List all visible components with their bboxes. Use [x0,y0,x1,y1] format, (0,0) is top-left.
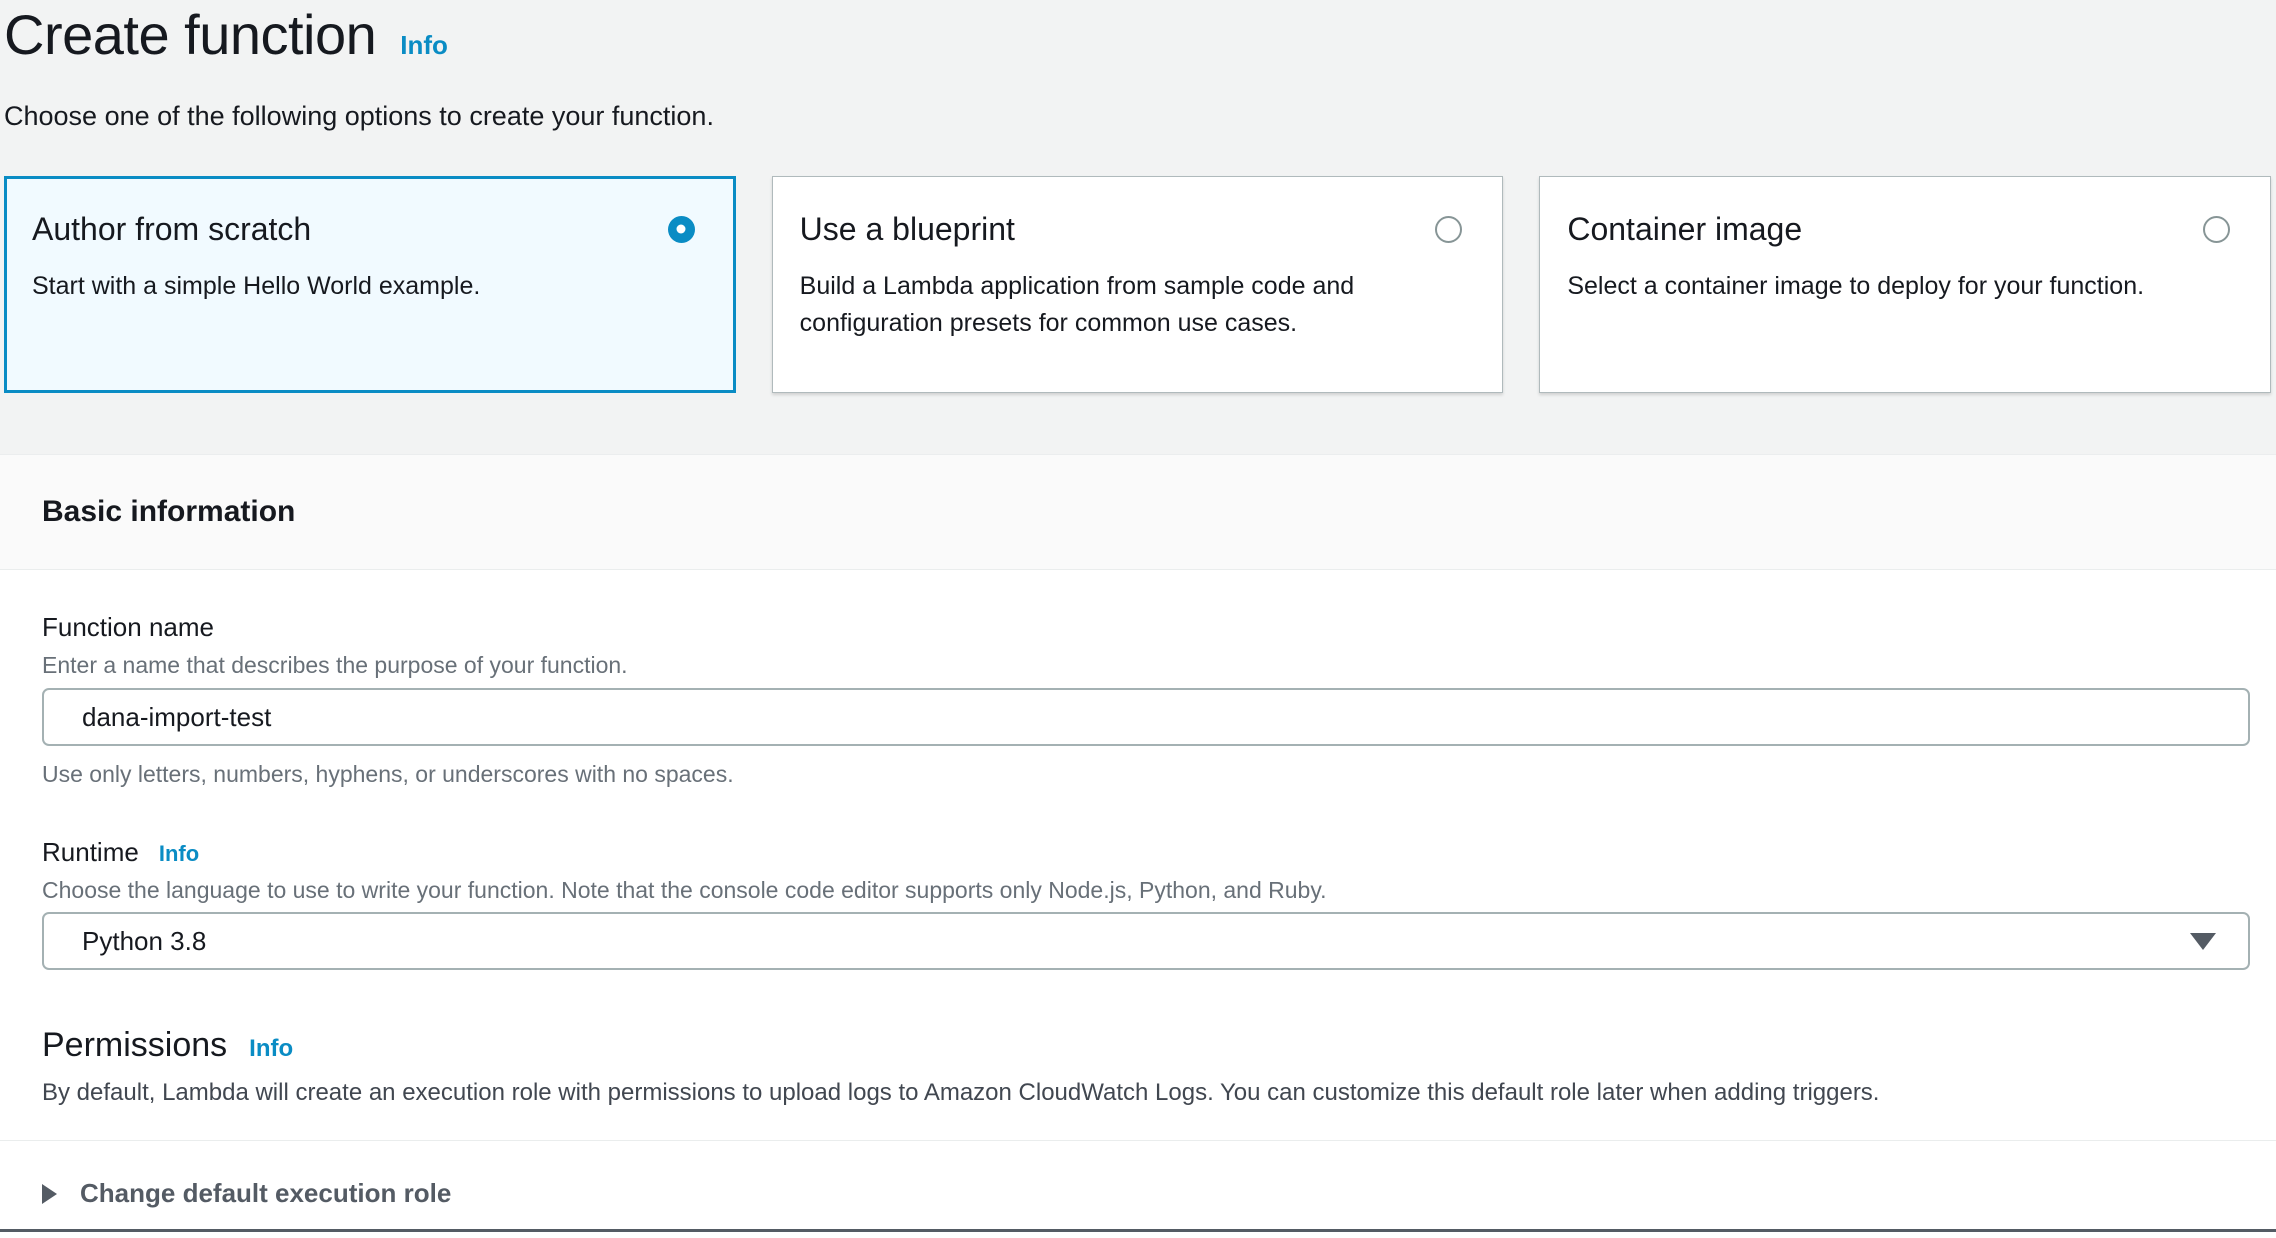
radio-unselected-icon[interactable] [2203,216,2230,243]
runtime-field: Runtime Info Choose the language to use … [42,837,2250,970]
permissions-description: By default, Lambda will create an execut… [42,1079,2250,1107]
function-name-description: Enter a name that describes the purpose … [42,652,2250,679]
runtime-select[interactable]: Python 3.8 [42,912,2250,970]
function-name-label: Function name [42,612,214,643]
runtime-label: Runtime [42,837,139,868]
function-name-field: Function name Enter a name that describe… [42,612,2250,788]
runtime-info-link[interactable]: Info [159,841,199,867]
permissions-heading: Permissions [42,1026,227,1065]
runtime-description: Choose the language to use to write your… [42,877,2250,904]
page-title-info-link[interactable]: Info [400,30,448,61]
tile-author-from-scratch[interactable]: Author from scratch Start with a simple … [4,176,736,393]
tile-title: Container image [1567,211,1802,248]
caret-down-icon [2190,933,2216,950]
tile-head: Use a blueprint [800,211,1463,248]
runtime-label-row: Runtime Info [42,837,2250,868]
radio-selected-icon[interactable] [668,216,695,243]
radio-unselected-icon[interactable] [1435,216,1462,243]
tile-description: Build a Lambda application from sample c… [800,268,1420,343]
tile-use-a-blueprint[interactable]: Use a blueprint Build a Lambda applicati… [772,176,1504,393]
footer-divider [0,1229,2276,1232]
basic-information-heading: Basic information [42,495,295,529]
page-header-area: Create function Info Choose one of the f… [0,0,2276,454]
permissions-info-link[interactable]: Info [249,1035,293,1063]
runtime-select-value: Python 3.8 [82,926,206,957]
tile-container-image[interactable]: Container image Select a container image… [1539,176,2271,393]
caret-right-icon [42,1184,57,1204]
expander-label: Change default execution role [80,1178,451,1209]
tile-head: Container image [1567,211,2230,248]
tile-description: Select a container image to deploy for y… [1567,268,2187,306]
tile-title: Author from scratch [32,211,311,248]
function-name-constraint: Use only letters, numbers, hyphens, or u… [42,761,2250,788]
page-subtitle: Choose one of the following options to c… [4,101,2271,132]
change-default-execution-role-expander[interactable]: Change default execution role [42,1178,2250,1209]
basic-information-header-band: Basic information [0,454,2276,570]
page-title: Create function [4,6,376,65]
tile-head: Author from scratch [32,211,695,248]
permissions-header-row: Permissions Info [42,1026,2250,1065]
page-title-row: Create function Info [4,6,2271,65]
creation-option-tiles: Author from scratch Start with a simple … [4,176,2271,393]
function-name-input[interactable] [42,688,2250,746]
tile-title: Use a blueprint [800,211,1015,248]
section-divider [0,1140,2276,1141]
form-content: Function name Enter a name that describe… [0,570,2276,1209]
tile-description: Start with a simple Hello World example. [32,268,652,306]
